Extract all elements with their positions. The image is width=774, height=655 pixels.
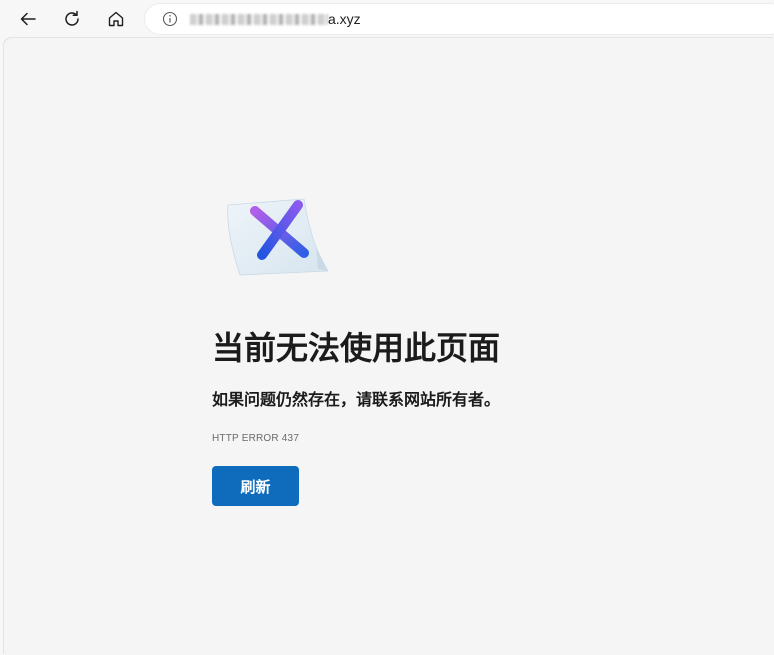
info-circle-icon[interactable] [162, 11, 178, 27]
blurred-url-host [190, 14, 328, 25]
reload-button[interactable] [57, 4, 87, 34]
error-x-document-icon [227, 198, 329, 276]
arrow-left-icon [20, 12, 36, 26]
home-icon [108, 11, 124, 27]
refresh-button[interactable]: 刷新 [212, 466, 299, 506]
browser-toolbar: a.xyz [0, 0, 774, 38]
address-bar[interactable]: a.xyz [145, 4, 774, 34]
error-subtitle: 如果问题仍然存在，请联系网站所有者。 [212, 390, 501, 409]
error-title: 当前无法使用此页面 [212, 329, 501, 367]
refresh-icon [65, 10, 79, 26]
error-code: HTTP ERROR 437 [212, 433, 300, 444]
back-button[interactable] [13, 4, 43, 34]
url-text[interactable]: a.xyz [328, 10, 361, 28]
home-button[interactable] [101, 4, 131, 34]
